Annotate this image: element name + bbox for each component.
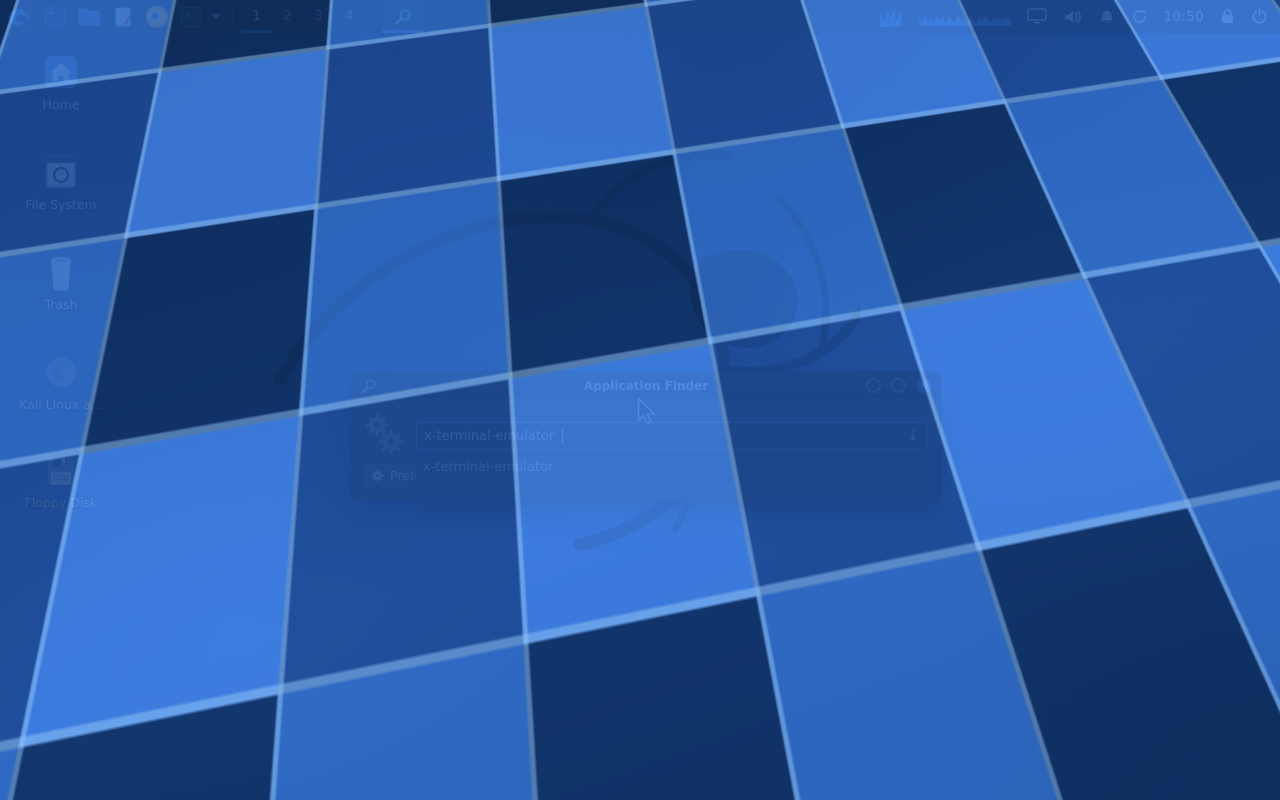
terminal-chevron-down-icon[interactable] bbox=[208, 0, 224, 33]
mouse-cursor bbox=[637, 397, 657, 425]
desktop-icon-label: Home bbox=[43, 97, 80, 112]
search-input[interactable]: x-terminal-emulator ↓ bbox=[416, 422, 927, 450]
search-input-value: x-terminal-emulator bbox=[424, 429, 554, 444]
gear-icon bbox=[371, 469, 384, 482]
maximize-button[interactable] bbox=[891, 378, 906, 393]
app-finder-window-icon bbox=[361, 378, 377, 394]
chevron-down-icon bbox=[212, 14, 220, 19]
text-caret bbox=[562, 428, 563, 444]
workspace-2-button[interactable]: 2 bbox=[272, 0, 303, 33]
desktop-icon-file-system[interactable]: File System bbox=[3, 152, 119, 212]
network-graph[interactable] bbox=[919, 8, 1011, 26]
gears-icon bbox=[364, 411, 406, 457]
panel-right: 10:50 bbox=[879, 0, 1280, 33]
updates-icon[interactable] bbox=[1131, 8, 1148, 25]
lock-icon[interactable] bbox=[1220, 8, 1235, 25]
desktop-icon-label: File System bbox=[25, 197, 97, 212]
kali-installer-icon bbox=[41, 352, 81, 392]
screen: >_ 1 2 3 4 bbox=[0, 0, 1280, 800]
window-buttons: × bbox=[866, 378, 931, 393]
desktop-icon-label: Trash bbox=[44, 297, 77, 312]
desktop-icon-label: Kali Linux a... bbox=[19, 397, 103, 412]
desktop-icon-trash[interactable]: Trash bbox=[3, 252, 119, 312]
workspace-1-label: 1 bbox=[252, 9, 260, 24]
launcher-text-editor-icon[interactable] bbox=[106, 0, 140, 33]
desktop-icon-home[interactable]: Home bbox=[3, 52, 119, 112]
minimize-button[interactable] bbox=[866, 378, 881, 393]
file-system-icon bbox=[41, 152, 81, 192]
task-application-finder-button[interactable] bbox=[382, 0, 424, 33]
home-icon bbox=[41, 52, 81, 92]
application-finder-window: Application Finder × bbox=[352, 372, 940, 500]
workspace-4-button[interactable]: 4 bbox=[334, 0, 365, 33]
completion-item[interactable]: x-terminal-emulator bbox=[417, 451, 939, 475]
launcher-file-manager-icon[interactable] bbox=[72, 0, 106, 33]
app-finder-task-icon bbox=[394, 8, 412, 26]
titlebar[interactable]: Application Finder × bbox=[352, 372, 940, 399]
top-panel: >_ 1 2 3 4 bbox=[0, 0, 1280, 33]
trash-icon bbox=[43, 252, 79, 292]
terminal-glyph: >_ bbox=[186, 12, 197, 22]
terminal-icon: >_ bbox=[181, 7, 201, 27]
floppy-disk-icon bbox=[42, 452, 80, 490]
panel-separator bbox=[373, 8, 374, 26]
desktop-icon-label: Floppy Disk bbox=[25, 495, 97, 510]
desktop-icon-kali-installer[interactable]: Kali Linux a... bbox=[3, 352, 119, 412]
dropdown-arrow-icon[interactable]: ↓ bbox=[907, 428, 919, 444]
desktop-icons: Home File System Trash Kali Linux a... bbox=[2, 52, 120, 510]
workspace-4-label: 4 bbox=[345, 9, 353, 24]
kali-logo-icon bbox=[6, 5, 32, 29]
volume-icon[interactable] bbox=[1063, 9, 1083, 25]
launcher-terminal-icon[interactable]: >_ bbox=[174, 0, 208, 33]
display-icon[interactable] bbox=[1027, 8, 1047, 25]
window-title: Application Finder bbox=[352, 379, 940, 393]
workspace-3-button[interactable]: 3 bbox=[303, 0, 334, 33]
applications-menu-button[interactable] bbox=[0, 0, 38, 33]
launcher-window-icon[interactable] bbox=[38, 0, 72, 33]
cpu-graph[interactable] bbox=[879, 7, 903, 27]
desktop-icon-floppy-disk[interactable]: Floppy Disk bbox=[3, 452, 119, 510]
panel-left: >_ 1 2 3 4 bbox=[0, 0, 424, 33]
workspace-1-button[interactable]: 1 bbox=[241, 0, 272, 33]
launcher-firefox-icon[interactable] bbox=[140, 0, 174, 33]
workspace-3-label: 3 bbox=[314, 9, 322, 24]
workspace-2-label: 2 bbox=[283, 9, 291, 24]
completion-popup: x-terminal-emulator bbox=[416, 450, 940, 500]
notifications-bell-icon[interactable] bbox=[1099, 9, 1115, 25]
power-icon[interactable] bbox=[1251, 8, 1268, 25]
firefox-icon bbox=[146, 6, 168, 28]
close-button[interactable]: × bbox=[916, 378, 931, 393]
panel-separator bbox=[232, 8, 233, 26]
clock[interactable]: 10:50 bbox=[1164, 9, 1204, 25]
